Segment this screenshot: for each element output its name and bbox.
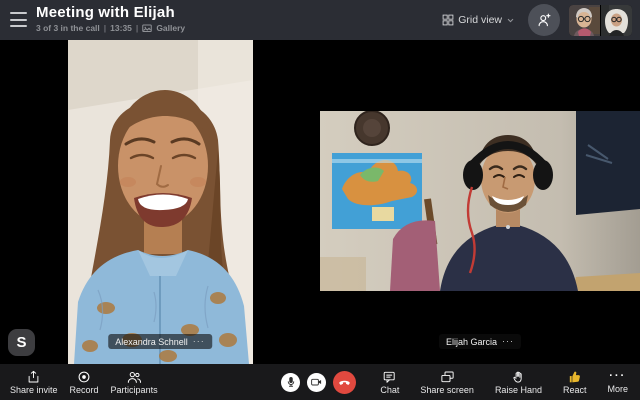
raise-hand-icon <box>511 370 525 384</box>
call-header: Meeting with Elijah 3 of 3 in the call |… <box>0 0 640 40</box>
ellipsis-icon: ··· <box>609 370 626 383</box>
video-stage: Alexandra Schnell ··· Elijah Garcia ··· … <box>0 40 640 364</box>
microphone-icon <box>285 376 297 388</box>
nametag-alexandra: Alexandra Schnell ··· <box>108 334 212 349</box>
share-invite-label: Share invite <box>10 385 58 395</box>
elijah-video <box>320 111 640 291</box>
page-title: Meeting with Elijah <box>36 4 185 22</box>
participant-thumbnail-2[interactable] <box>601 5 632 36</box>
grid-icon <box>442 14 454 26</box>
share-screen-label: Share screen <box>420 385 474 395</box>
participant-thumbnail-1[interactable] <box>569 5 600 36</box>
alexandra-video <box>68 40 253 364</box>
participant-name: Elijah Garcia <box>446 337 497 347</box>
tile-menu-icon[interactable]: ··· <box>502 339 514 344</box>
raise-hand-label: Raise Hand <box>495 385 542 395</box>
react-label: React <box>563 385 587 395</box>
call-info: Meeting with Elijah 3 of 3 in the call |… <box>36 4 185 33</box>
share-screen-button[interactable]: Share screen <box>414 368 480 397</box>
record-label: Record <box>70 385 99 395</box>
call-toolbar: Share invite Record Participants <box>0 364 640 400</box>
toolbar-left-group: Share invite Record Participants <box>4 364 164 400</box>
video-tile-elijah[interactable] <box>320 111 640 291</box>
grid-view-label: Grid view <box>458 14 502 26</box>
participants-label: Participants <box>111 385 158 395</box>
add-participant-button[interactable] <box>528 4 560 36</box>
end-call-button[interactable] <box>333 371 356 394</box>
person-add-icon <box>535 11 553 29</box>
record-button[interactable]: Record <box>64 368 105 397</box>
gallery-icon <box>142 24 152 33</box>
participants-button[interactable]: Participants <box>105 368 164 397</box>
header-actions: Grid view <box>438 0 638 40</box>
grid-view-button[interactable]: Grid view <box>438 10 518 30</box>
raise-hand-button[interactable]: Raise Hand <box>489 368 548 397</box>
toolbar-right-group: Chat Share screen Raise Hand React <box>374 364 634 400</box>
toolbar-center-group <box>281 364 356 400</box>
participant-thumbnails[interactable] <box>569 5 632 36</box>
participants-icon <box>126 370 142 384</box>
tile-menu-icon[interactable]: ··· <box>193 339 205 344</box>
share-icon <box>26 370 41 384</box>
chat-icon <box>382 370 397 384</box>
record-icon <box>77 370 91 384</box>
chat-label: Chat <box>380 385 399 395</box>
nametag-elijah: Elijah Garcia ··· <box>439 334 521 349</box>
chat-button[interactable]: Chat <box>374 368 405 397</box>
camera-icon <box>310 376 323 388</box>
skype-call-window: Meeting with Elijah 3 of 3 in the call |… <box>0 0 640 400</box>
menu-icon[interactable] <box>10 12 27 27</box>
share-screen-icon <box>440 370 455 384</box>
chevron-down-icon <box>507 18 514 23</box>
react-button[interactable]: React <box>557 368 593 397</box>
end-call-icon <box>337 375 352 390</box>
more-label: More <box>607 384 628 394</box>
call-duration: 13:35 <box>110 23 132 33</box>
gallery-label: Gallery <box>156 23 185 33</box>
microphone-button[interactable] <box>281 373 300 392</box>
more-button[interactable]: ··· More <box>601 368 634 396</box>
camera-button[interactable] <box>307 373 326 392</box>
share-invite-button[interactable]: Share invite <box>4 368 64 397</box>
skype-logo[interactable]: S <box>8 329 35 356</box>
thumbs-up-icon <box>567 370 582 384</box>
participant-name: Alexandra Schnell <box>115 337 188 347</box>
call-subtitle: 3 of 3 in the call | 13:35 | Gallery <box>36 23 185 33</box>
participant-count: 3 of 3 in the call <box>36 23 100 33</box>
video-tile-alexandra[interactable] <box>68 40 253 364</box>
